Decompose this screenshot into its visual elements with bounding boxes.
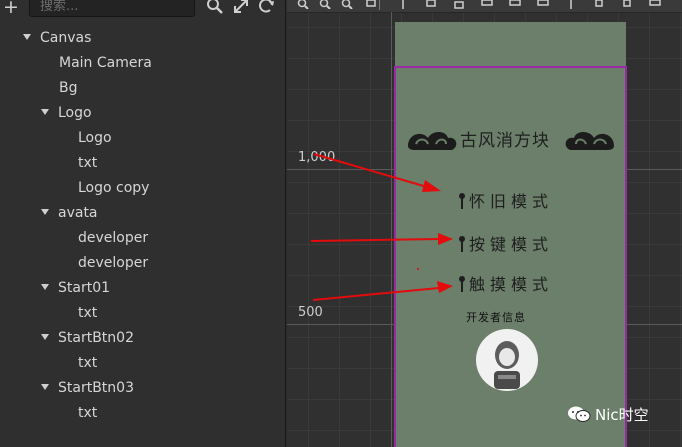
tree-node-bg[interactable]: Bg (59, 76, 78, 101)
tree-node-label: StartBtn03 (58, 380, 134, 396)
annotation-arrows (310, 153, 453, 301)
scene-view[interactable]: 1,000 500 古风消方块 怀旧模式 按键模式 触摸模式 开发者信息 Nic… (287, 0, 682, 447)
chevron-down-icon[interactable] (41, 334, 49, 340)
tree-node-label: Logo copy (78, 180, 150, 196)
add-node-button[interactable]: + (3, 0, 19, 18)
tree-node-startbtn03-txt[interactable]: txt (78, 401, 97, 426)
hierarchy-panel: + 搜索... Canvas Main Camera Bg Logo Logo … (0, 0, 286, 447)
tree-node-logo-parent[interactable]: Logo (41, 101, 92, 126)
arrow-to-classic-mode (313, 153, 441, 192)
search-icon[interactable] (206, 0, 224, 15)
tree-node-main-camera[interactable]: Main Camera (59, 51, 152, 76)
tree-node-avata[interactable]: avata (41, 201, 98, 226)
arrow-to-touch-mode (312, 281, 453, 301)
tree-node-label: Main Camera (59, 55, 152, 71)
tree-node-canvas[interactable]: Canvas (23, 26, 91, 51)
tree-node-label: Logo (78, 130, 112, 146)
tree-node-logo-copy[interactable]: Logo copy (78, 176, 149, 201)
chevron-down-icon[interactable] (41, 384, 49, 390)
tree-node-startbtn03[interactable]: StartBtn03 (41, 376, 134, 401)
tree-node-label: txt (78, 355, 98, 371)
arrow-to-key-mode (310, 233, 453, 245)
search-input[interactable]: 搜索... (29, 0, 195, 17)
chevron-down-icon[interactable] (41, 109, 49, 115)
chevron-down-icon[interactable] (41, 284, 49, 290)
tree-node-label: txt (78, 155, 98, 171)
refresh-icon[interactable] (258, 0, 276, 15)
expand-all-icon[interactable] (232, 0, 250, 15)
watermark: Nic时空 (567, 404, 649, 425)
tree-node-start01-txt[interactable]: txt (78, 301, 97, 326)
wechat-icon (568, 406, 591, 422)
tree-node-startbtn02-txt[interactable]: txt (78, 351, 97, 376)
chevron-down-icon[interactable] (41, 209, 49, 215)
tree-node-startbtn02[interactable]: StartBtn02 (41, 326, 134, 351)
tree-node-label: txt (78, 405, 98, 421)
watermark-text: Nic时空 (595, 406, 649, 424)
chevron-down-icon[interactable] (23, 34, 31, 40)
tree-node-developer-1[interactable]: developer (78, 226, 148, 251)
tree-node-label: developer (78, 230, 149, 246)
tree-node-label: Canvas (40, 30, 92, 46)
stray-dot (417, 268, 419, 270)
tree-node-developer-2[interactable]: developer (78, 251, 148, 276)
tree-node-label: Start01 (58, 280, 111, 296)
tree-node-label: StartBtn02 (58, 330, 134, 346)
tree-node-label: Bg (59, 80, 78, 96)
tree-node-start01[interactable]: Start01 (41, 276, 110, 301)
tree-node-label: txt (78, 305, 98, 321)
tree-node-logo-txt[interactable]: txt (78, 151, 97, 176)
tree-node-logo[interactable]: Logo (78, 126, 112, 151)
tree-node-label: Logo (58, 105, 92, 121)
tree-node-label: developer (78, 255, 149, 271)
tree-node-label: avata (58, 205, 98, 221)
hierarchy-toolbar: + 搜索... (0, 0, 285, 22)
